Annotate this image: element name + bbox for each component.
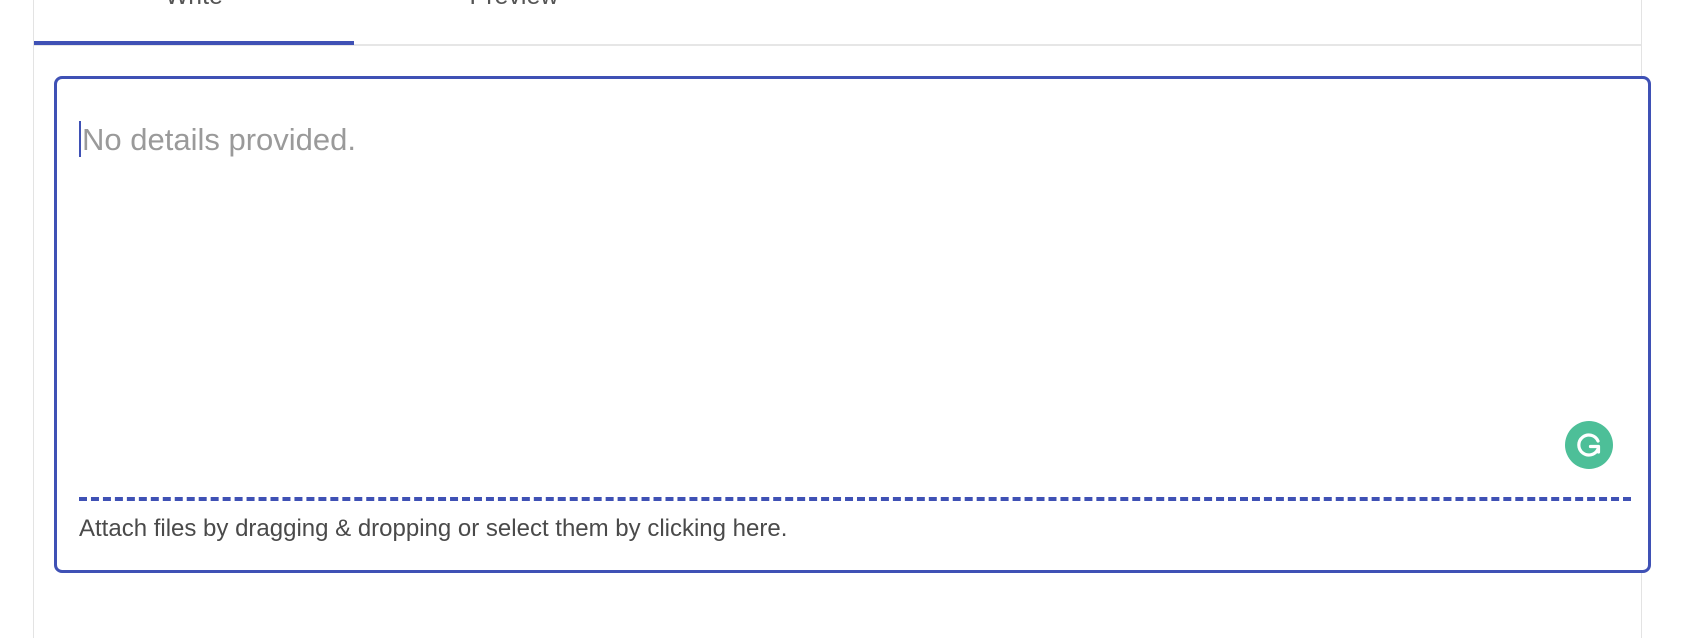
attach-files-text: Attach files by dragging & dropping or s… [79, 515, 788, 542]
comment-editor-panel: Write Preview No details provided. Attac… [33, 0, 1651, 638]
active-tab-indicator [34, 41, 354, 45]
attach-files-dropzone[interactable]: Attach files by dragging & dropping or s… [79, 497, 1631, 567]
tab-write[interactable]: Write [34, 0, 354, 44]
tab-preview-label: Preview [354, 0, 674, 9]
tab-write-label: Write [34, 0, 354, 9]
grammarly-icon[interactable] [1565, 421, 1613, 469]
editor-tab-bar: Write Preview [34, 0, 1641, 46]
markdown-editor[interactable]: No details provided. Attach files by dra… [54, 76, 1651, 573]
grammarly-g-glyph [1577, 433, 1601, 457]
text-caret [79, 121, 81, 157]
textarea-placeholder: No details provided. [82, 122, 356, 157]
tab-preview[interactable]: Preview [354, 0, 674, 44]
details-textarea[interactable]: No details provided. [79, 121, 1619, 451]
